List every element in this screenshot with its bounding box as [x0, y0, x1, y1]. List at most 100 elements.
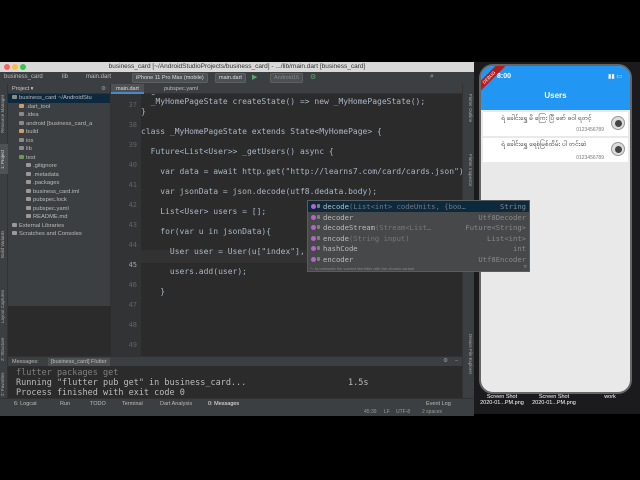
tool-tab-device-file-explorer[interactable]: Device File Explorer	[465, 334, 473, 394]
desktop-file-screenshot-2[interactable]: Screen Shot 2020-01...PM.png	[530, 394, 578, 406]
gear-icon[interactable]: ⚙	[101, 86, 106, 92]
tool-tab-layout-captures[interactable]: Layout Captures	[0, 284, 8, 328]
tool-tab-flutter-outline[interactable]: Flutter Outline	[465, 94, 473, 134]
user-card[interactable]: ရဲ ခေါင်းရွှေ မိ ကြေး ပြီ ဖော် ဖဝါ ရတင့်…	[483, 112, 628, 136]
user-phone: 0123456789	[576, 155, 604, 161]
device-selector[interactable]: iPhone 11 Pro Max (mobile)	[132, 73, 208, 83]
tool-tab-dart-analysis[interactable]: Dart Analysis	[160, 401, 192, 407]
tree-item[interactable]: pubspec.lock	[8, 196, 110, 205]
breadcrumb-lib[interactable]: lib	[62, 74, 68, 80]
project-panel-header[interactable]: Project ▾ ⚙	[8, 84, 110, 94]
line-number: 48	[128, 321, 137, 329]
tree-item[interactable]: .gitignore	[8, 162, 110, 171]
tool-tab-favorites[interactable]: 2: Favorites	[0, 369, 8, 399]
search-icon[interactable]: ⌕	[430, 73, 434, 81]
tree-item-label: .idea	[26, 112, 39, 118]
hide-panel-icon[interactable]: –	[455, 358, 458, 364]
desktop-file-label: Screen Shot 2020-01...PM.png	[480, 394, 524, 406]
tab-main-dart[interactable]: main.dart	[111, 84, 144, 94]
folder-icon	[19, 103, 24, 108]
gear-icon[interactable]: ⚙	[443, 358, 448, 364]
autocomplete-item[interactable]: decodeStream(Stream<List… Future<String>	[308, 222, 529, 233]
file-encoding[interactable]: UTF-8	[396, 409, 410, 415]
tree-item[interactable]: .metadata	[8, 171, 110, 180]
tree-item[interactable]: README.md	[8, 213, 110, 222]
line-number: 49	[128, 341, 137, 349]
autocomplete-name: encode	[323, 233, 349, 243]
autocomplete-type: Utf8Encoder	[478, 254, 526, 264]
code-line: var data = await http.get("http://learns…	[141, 167, 462, 176]
run-icon[interactable]: ▶	[252, 73, 257, 81]
tree-item[interactable]: test	[8, 154, 110, 163]
tree-item[interactable]: build	[8, 128, 110, 137]
user-name: ရဲ ခေါင်းရွှေ မိ ကြေး ပြီ ဖော် ဖဝါ ရတင့်	[501, 115, 592, 122]
tool-tab-logcat[interactable]: 6: Logcat	[14, 401, 37, 407]
avatar	[611, 116, 625, 130]
tool-tab-project[interactable]: 1: Project	[0, 144, 8, 174]
run-config-selector[interactable]: main.dart	[215, 73, 246, 83]
breadcrumb-file[interactable]: main.dart	[86, 74, 111, 80]
tool-tab-event-log[interactable]: Event Log	[426, 401, 451, 407]
tree-item[interactable]: business_card ~/AndroidStu	[8, 94, 110, 103]
autocomplete-type: List<int>	[487, 233, 526, 243]
breadcrumb-project[interactable]: business_card	[4, 74, 43, 80]
autocomplete-item[interactable]: encode(String input) List<int>	[308, 233, 529, 244]
tree-item[interactable]: pubspec.yaml	[8, 205, 110, 214]
messages-tab-flutter[interactable]: [business_card] Flutter	[48, 358, 110, 366]
visibility-icon	[317, 214, 320, 219]
autocomplete-item[interactable]: decoder Utf8Decoder	[308, 212, 529, 223]
autocomplete-item[interactable]: encoder Utf8Encoder	[308, 254, 529, 265]
tree-item[interactable]: ios	[8, 137, 110, 146]
tool-tab-structure[interactable]: Z: Structure	[0, 334, 8, 364]
tool-tab-build-variants[interactable]: Build Variants	[0, 224, 8, 264]
tree-item-label: .packages	[33, 180, 60, 186]
user-card[interactable]: ရဲ ခေါင်းရွှေ ရေစုံမြစ်ထိမ်း ပါ တင်းဆဲ 01…	[483, 138, 628, 162]
line-number: 37	[128, 101, 137, 109]
app-bar: 8:00 ▮▮ ▭ Users DEBUG	[481, 66, 630, 110]
tree-item[interactable]: android [business_card_a	[8, 120, 110, 129]
user-phone: 0123456789	[576, 127, 604, 133]
tree-item-label: .gitignore	[33, 163, 57, 169]
project-panel: Project ▾ ⚙ business_card ~/AndroidStu .d…	[8, 84, 111, 306]
tree-item-label: .metadata	[33, 171, 59, 178]
tree-item[interactable]: .idea	[8, 111, 110, 120]
more-options-icon[interactable]: π	[524, 264, 527, 270]
tree-item[interactable]: business_card.iml	[8, 188, 110, 197]
sdk-selector[interactable]: Android16	[270, 73, 304, 83]
debug-icon[interactable]: ⚙	[310, 73, 316, 81]
cursor-position[interactable]: 45:39	[364, 409, 377, 415]
status-bar-time: 8:00	[497, 73, 512, 80]
desktop-file-screenshot-1[interactable]: Screen Shot 2020-01...PM.png	[478, 394, 526, 406]
navigation-bar: business_card lib main.dart iPhone 11 Pr…	[0, 72, 474, 84]
desktop-folder-work[interactable]: work	[590, 394, 630, 400]
code-line: var jsonData = json.decode(utf8.dedata.b…	[141, 187, 378, 196]
tool-tab-messages[interactable]: 0: Messages	[208, 401, 239, 407]
autocomplete-item[interactable]: hashCode int	[308, 243, 529, 254]
line-number-gutter: 373839404142434445464748495051	[111, 94, 141, 389]
indent-setting[interactable]: 2 spaces	[422, 409, 442, 415]
code-line: }	[141, 287, 166, 296]
visibility-icon	[317, 235, 320, 240]
tool-tab-resource-manager[interactable]: Resource Manager	[0, 90, 8, 138]
project-view-selector[interactable]: Project	[12, 86, 29, 92]
folder-icon	[19, 146, 24, 151]
line-separator[interactable]: LF	[384, 409, 390, 415]
folder-icon	[12, 95, 17, 100]
tool-tab-todo[interactable]: TODO	[90, 401, 106, 407]
tool-tab-run[interactable]: Run	[60, 401, 70, 407]
tab-pubspec-yaml[interactable]: pubspec.yaml	[159, 84, 203, 94]
autocomplete-item[interactable]: decode(List<int> codeUnits, {boo… String	[308, 201, 529, 212]
autocomplete-signature: (Stream<List…	[374, 223, 432, 232]
tool-tab-flutter-inspector[interactable]: Flutter Inspector	[465, 154, 473, 198]
autocomplete-name: decode	[323, 202, 349, 211]
tree-item[interactable]: Scratches and Consoles	[8, 230, 110, 239]
tree-item[interactable]: .packages	[8, 179, 110, 188]
autocomplete-type: Future<String>	[465, 223, 526, 232]
method-icon	[311, 235, 316, 241]
tree-item[interactable]: .dart_tool	[8, 103, 110, 112]
tool-tab-terminal[interactable]: Terminal	[122, 401, 143, 407]
file-icon	[26, 205, 31, 210]
tree-item-label: pubspec.lock	[33, 197, 67, 203]
tree-item[interactable]: External Libraries	[8, 222, 110, 231]
tree-item[interactable]: lib	[8, 145, 110, 154]
